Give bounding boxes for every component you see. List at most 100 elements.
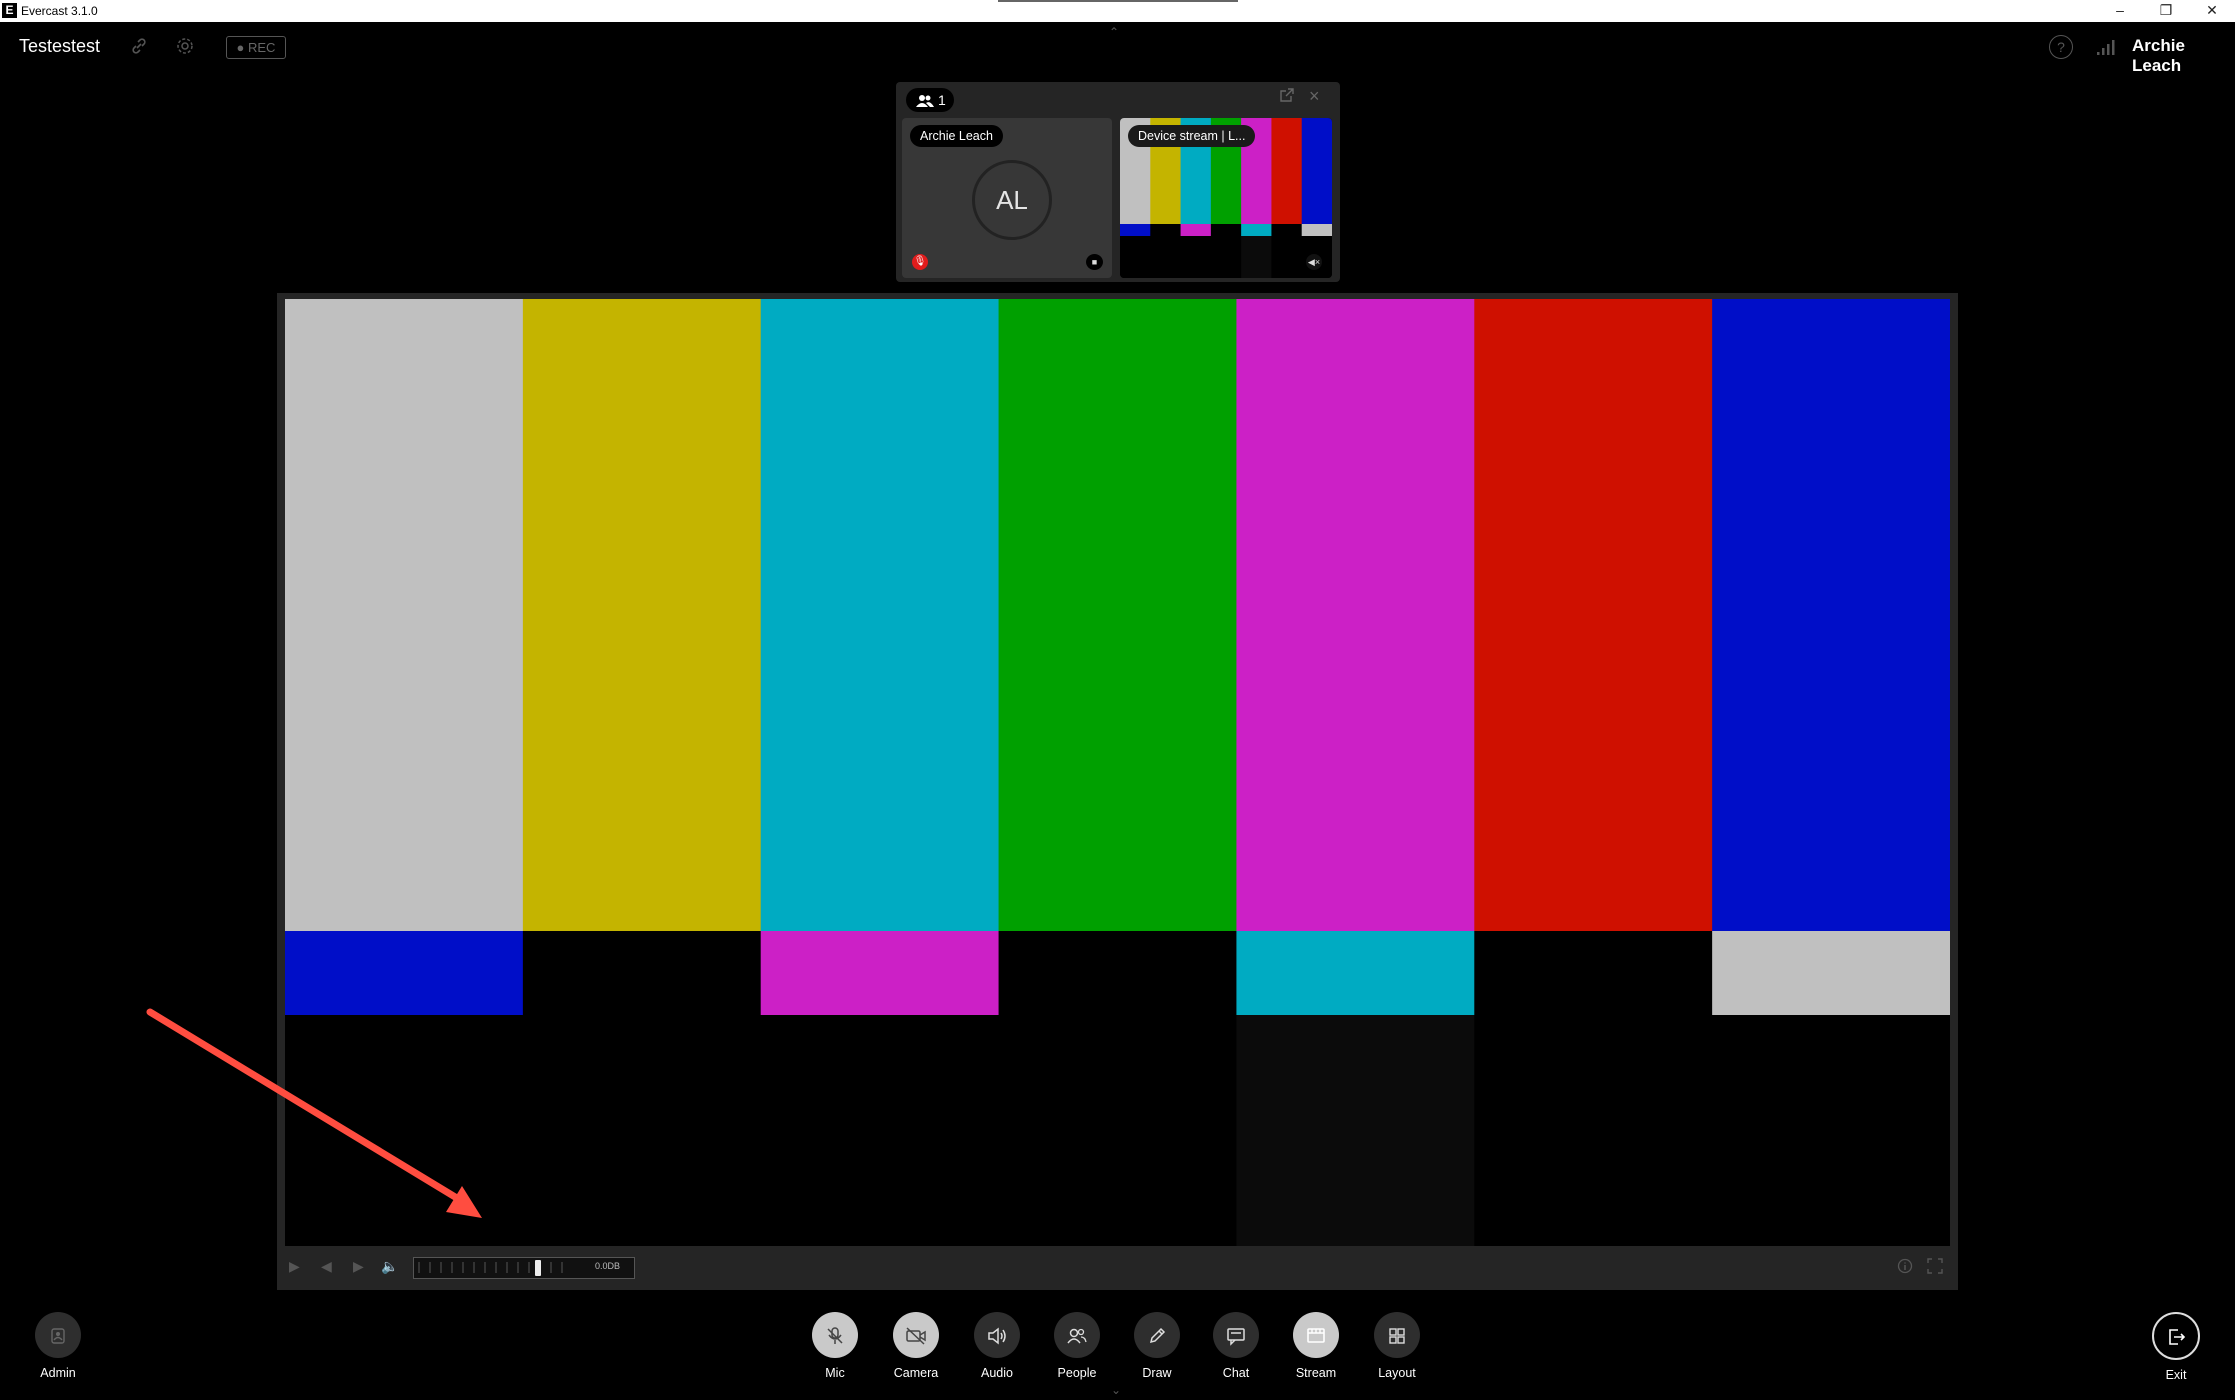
stream-button[interactable]: Stream [1281,1312,1351,1380]
top-bar [1236,299,1475,931]
popout-icon[interactable] [1280,88,1294,107]
restore-button[interactable]: ❐ [2146,0,2186,22]
speaker-icon [974,1312,1020,1358]
bottom-bar [1210,236,1242,278]
stream-video[interactable] [285,299,1950,1246]
minimize-button[interactable]: – [2100,0,2140,22]
participant-count-badge[interactable]: 1 [906,88,954,112]
user-name[interactable]: Archie Leach [2132,36,2235,76]
top-bar [1712,299,1950,931]
gear-icon[interactable] [174,36,196,58]
stream-name: Device stream | L... [1128,125,1256,147]
room-name: Testestest [19,36,101,56]
bottom-bar [522,1015,762,1246]
bottom-bar [1474,1015,1713,1246]
chat-button[interactable]: Chat [1201,1312,1271,1380]
middle-bar [760,931,1000,1015]
top-bar [522,299,762,931]
chevron-up-icon[interactable]: ⌃ [1109,25,1119,39]
layout-label: Layout [1378,1366,1416,1380]
top-bar [1474,299,1713,931]
bottom-bar [1236,1015,1475,1246]
participants-panel: 1 × Archie Leach AL 🎙 ■ Device stream | … [896,82,1340,282]
speaker-muted-icon: ◀× [1306,254,1322,270]
chevron-down-icon[interactable]: ⌄ [1111,1383,1121,1397]
stream-icon [1293,1312,1339,1358]
play-icon[interactable]: ▶ [289,1258,300,1275]
frame-back-icon[interactable]: ◀ [321,1258,332,1275]
middle-bar [1150,224,1182,236]
bottom-bar [1120,236,1151,278]
rec-button[interactable]: ● REC [226,36,286,59]
chat-icon [1213,1312,1259,1358]
people-button[interactable]: People [1042,1312,1112,1380]
drag-handle[interactable] [998,0,1238,2]
help-icon[interactable]: ? [2049,35,2073,59]
mic-off-icon [812,1312,858,1358]
camera-off-icon [893,1312,939,1358]
level-ticks [418,1262,563,1273]
middle-bar [1712,931,1950,1015]
participant-tile[interactable]: Archie Leach AL 🎙 ■ [902,118,1112,278]
camera-button[interactable]: Camera [881,1312,951,1380]
pencil-icon [1134,1312,1180,1358]
admin-button[interactable]: Admin [23,1312,93,1380]
middle-bar [1271,224,1303,236]
chat-label: Chat [1222,1366,1250,1380]
people-icon [1054,1312,1100,1358]
people-label: People [1057,1366,1097,1380]
main-stream-frame: ▶ ◀ ▶ 🔈 0.0DB [277,293,1958,1290]
audio-button[interactable]: Audio [962,1312,1032,1380]
avatar: AL [972,160,1052,240]
top-bar [285,299,524,931]
signal-icon [2096,38,2116,56]
bottom-bar [1241,236,1272,278]
stream-tile[interactable]: Device stream | L... ◀× [1120,118,1332,278]
mic-muted-icon: 🎙 [912,254,928,270]
bottom-bar [998,1015,1237,1246]
link-icon[interactable] [128,36,150,58]
color-bars-test-pattern [285,299,1950,1246]
window-title: Evercast 3.1.0 [21,4,98,18]
camera-off-icon: ■ [1086,254,1103,270]
middle-bar [522,931,762,1015]
top-bar [1301,118,1332,224]
mic-label: Mic [825,1366,845,1380]
volume-icon[interactable]: 🔈 [381,1258,398,1275]
middle-bar [1236,931,1475,1015]
level-slider-thumb[interactable] [535,1260,541,1276]
middle-bar [285,931,524,1015]
bottom-bar [1150,236,1182,278]
mic-button[interactable]: Mic [800,1312,870,1380]
close-icon[interactable]: × [1309,86,1320,107]
admin-label: Admin [40,1366,76,1380]
people-icon [916,88,934,112]
exit-button[interactable]: Exit [2141,1312,2211,1382]
audio-level-meter[interactable]: 0.0DB [413,1257,635,1279]
camera-label: Camera [893,1366,939,1380]
layout-button[interactable]: Layout [1362,1312,1432,1380]
fullscreen-icon[interactable] [1927,1258,1943,1277]
exit-label: Exit [2165,1368,2187,1382]
frame-forward-icon[interactable]: ▶ [353,1258,364,1275]
level-readout: 0.0DB [595,1261,621,1271]
participant-name: Archie Leach [910,125,1003,147]
info-icon[interactable] [1897,1258,1913,1277]
middle-bar [1120,224,1151,236]
bottom-bar [1712,1015,1950,1246]
admin-icon [35,1312,81,1358]
layout-grid-icon [1374,1312,1420,1358]
middle-bar [998,931,1237,1015]
bottom-bar [760,1015,1000,1246]
bottom-bar [1180,236,1212,278]
top-bar [760,299,1000,931]
participant-count: 1 [938,92,946,108]
draw-button[interactable]: Draw [1122,1312,1192,1380]
app-logo-icon: E [2,3,17,18]
middle-bar [1474,931,1713,1015]
bottom-bar [285,1015,524,1246]
draw-label: Draw [1142,1366,1172,1380]
top-bar [1271,118,1303,224]
close-window-button[interactable]: ✕ [2192,0,2232,22]
stream-label: Stream [1295,1366,1337,1380]
